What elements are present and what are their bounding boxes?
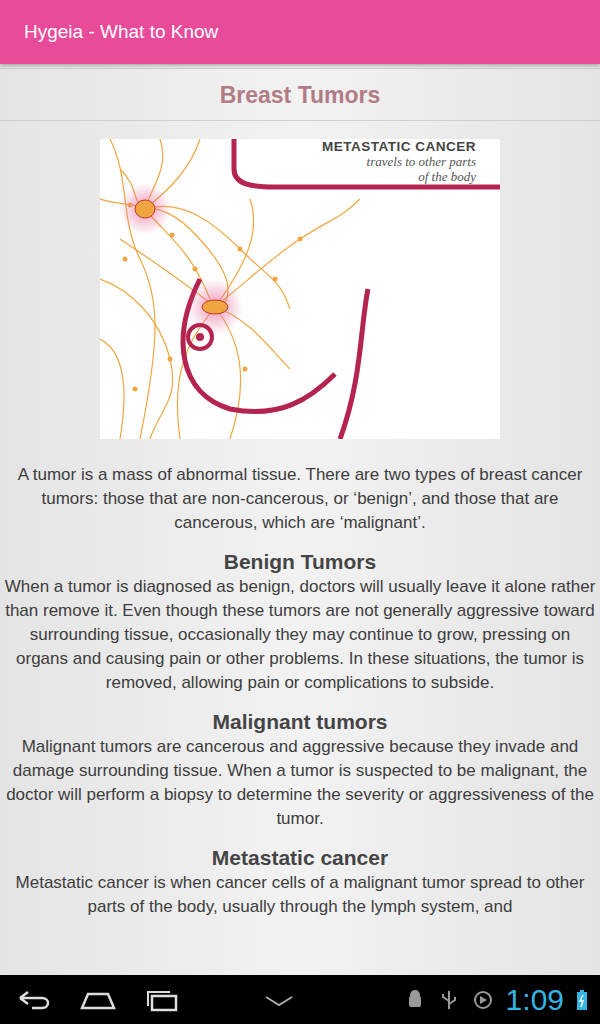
recents-icon[interactable]: [142, 988, 182, 1012]
metastasis-illustration-icon: [100, 139, 500, 439]
app-bar: Hygeia - What to Know: [0, 0, 600, 64]
figure-caption-line: of the body: [322, 169, 476, 184]
section-heading: Malignant tumors: [212, 709, 387, 735]
usb-icon: [438, 989, 460, 1011]
section-body: When a tumor is diagnosed as benign, doc…: [0, 575, 600, 695]
article-section: Metastatic cancer Metastatic cancer is w…: [0, 831, 600, 919]
screen: Hygeia - What to Know Breast Tumors META…: [0, 0, 600, 1024]
sync-icon: [472, 989, 494, 1011]
figure: METASTATIC CANCER travels to other parts…: [100, 139, 500, 439]
battery-icon: [576, 989, 588, 1011]
clock: 1:09: [506, 982, 564, 1018]
figure-caption-line: travels to other parts: [322, 154, 476, 169]
system-nav-bar: 1:09: [0, 975, 600, 1024]
page-header: Breast Tumors: [0, 68, 600, 121]
page-title: Breast Tumors: [0, 79, 600, 111]
article-section: Benign Tumors When a tumor is diagnosed …: [0, 535, 600, 695]
chevron-down-icon[interactable]: [264, 993, 294, 1007]
article-section: Malignant tumors Malignant tumors are ca…: [0, 695, 600, 831]
section-heading: Metastatic cancer: [212, 845, 388, 871]
back-icon[interactable]: [14, 988, 54, 1012]
section-body: Malignant tumors are cancerous and aggre…: [0, 735, 600, 831]
home-icon[interactable]: [78, 988, 118, 1012]
section-body: Metastatic cancer is when cancer cells o…: [0, 871, 600, 919]
content[interactable]: Breast Tumors METASTATIC CANCER travels …: [0, 64, 600, 975]
intro-paragraph: A tumor is a mass of abnormal tissue. Th…: [0, 463, 600, 535]
figure-caption: METASTATIC CANCER travels to other parts…: [322, 139, 476, 184]
app-title: Hygeia - What to Know: [24, 21, 218, 43]
figure-title: METASTATIC CANCER: [322, 139, 476, 154]
android-debug-icon: [404, 989, 426, 1011]
section-heading: Benign Tumors: [224, 549, 376, 575]
